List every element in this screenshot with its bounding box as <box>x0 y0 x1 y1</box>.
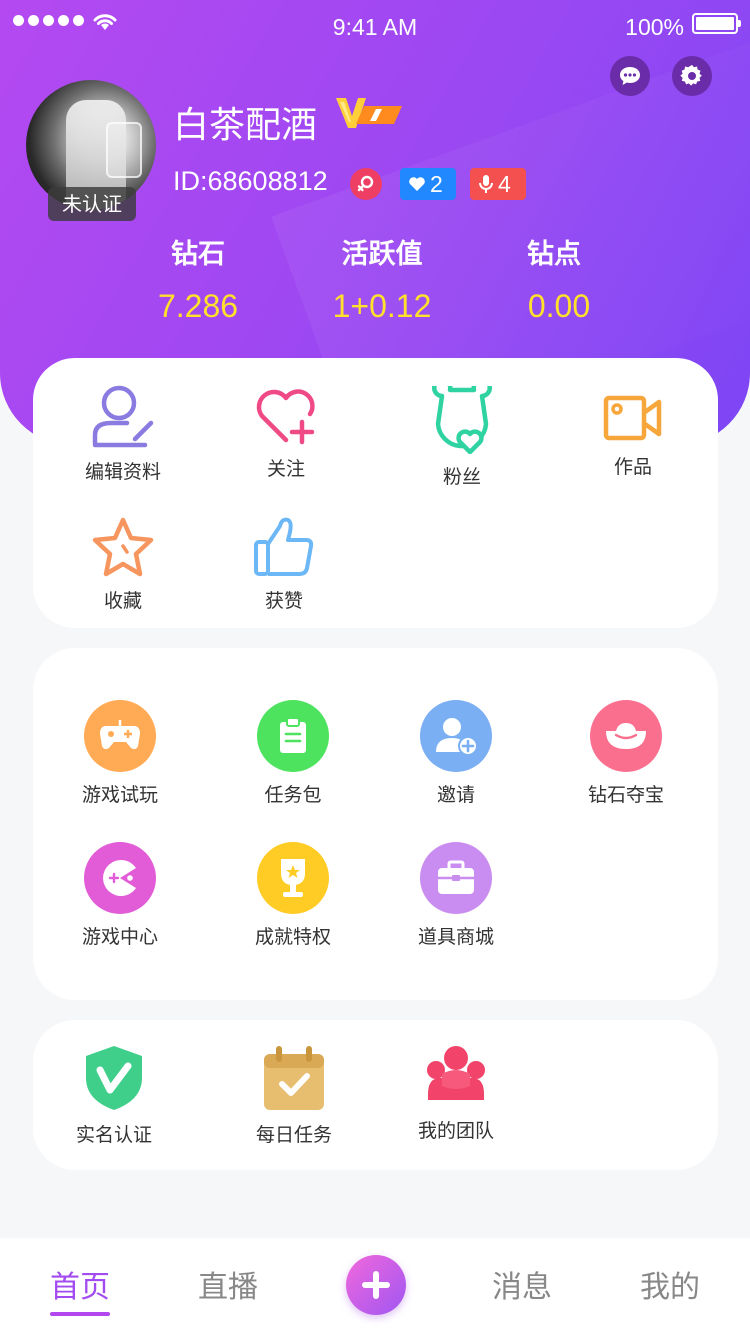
service-invite-label: 邀请 <box>436 784 475 806</box>
service-achievements-label: 成就特权 <box>254 926 331 948</box>
stat-activity-value[interactable]: 1+0.12 <box>282 288 482 325</box>
service-item-shop[interactable]: 道具商城 <box>406 842 506 949</box>
microphone-icon <box>479 175 493 193</box>
menu-favorites-label: 收藏 <box>103 590 142 612</box>
service-diamond-treasure[interactable]: 钻石夺宝 <box>576 700 676 807</box>
status-bar: 9:41 AM 100% <box>0 0 750 54</box>
chat-bubble-icon <box>620 67 640 85</box>
menu-fans-label: 粉丝 <box>442 466 481 488</box>
settings-button[interactable] <box>672 56 712 96</box>
invite-user-icon <box>420 700 492 772</box>
fans-level-value: 2 <box>430 170 443 197</box>
stat-activity-label: 活跃值 <box>341 239 423 270</box>
other-real-name-auth-label: 实名认证 <box>75 1124 152 1146</box>
services-card: 游戏试玩 任务包 邀请 钻石夺宝 游戏中心 成就特权 道具商城 <box>33 648 718 1000</box>
gamepad-icon <box>84 700 156 772</box>
gear-icon <box>680 64 702 86</box>
tab-mine[interactable]: 我的 <box>610 1262 730 1306</box>
plus-icon <box>362 1271 390 1299</box>
menu-edit-profile-label: 编辑资料 <box>84 461 161 483</box>
team-icon <box>427 1046 485 1100</box>
heart-plus-icon <box>256 389 315 445</box>
clipboard-icon <box>257 700 329 772</box>
other-daily-tasks[interactable]: 每日任务 <box>244 1044 344 1147</box>
other-my-team[interactable]: 我的团队 <box>406 1044 506 1143</box>
star-icon <box>92 517 154 577</box>
battery-icon <box>692 13 741 34</box>
vip-badge-icon <box>336 98 402 128</box>
female-gender-icon <box>350 168 382 200</box>
menu-follow-label: 关注 <box>266 458 305 480</box>
others-card: 实名认证 每日任务 我的团队 <box>33 1020 718 1170</box>
menu-likes[interactable]: 获赞 <box>234 516 334 613</box>
heart-icon <box>409 177 425 191</box>
stat-points-label: 钻点 <box>527 239 581 270</box>
create-button[interactable] <box>346 1255 406 1315</box>
service-task-pack[interactable]: 任务包 <box>243 700 343 807</box>
service-task-pack-label: 任务包 <box>264 784 322 806</box>
cert-status-badge[interactable]: 未认证 <box>48 187 136 221</box>
other-my-team-label: 我的团队 <box>417 1120 494 1142</box>
trophy-icon <box>257 842 329 914</box>
stat-diamond-value[interactable]: 7.286 <box>98 288 298 325</box>
stat-points-value[interactable]: 0.00 <box>459 288 659 325</box>
calendar-check-icon <box>264 1046 324 1110</box>
service-diamond-treasure-label: 钻石夺宝 <box>587 784 664 806</box>
menu-works-label: 作品 <box>613 456 652 478</box>
fans-level-badge: 2 <box>400 168 456 200</box>
stat-diamond-label: 钻石 <box>171 239 225 270</box>
service-game-trial-label: 游戏试玩 <box>81 784 158 806</box>
tab-live[interactable]: 直播 <box>168 1262 288 1306</box>
menu-likes-label: 获赞 <box>264 590 303 612</box>
menu-works[interactable]: 作品 <box>583 394 683 479</box>
menu-favorites[interactable]: 收藏 <box>73 516 173 613</box>
menu-follow[interactable]: 关注 <box>236 386 336 481</box>
thumbs-up-icon <box>254 517 314 576</box>
tab-home[interactable]: 首页 <box>20 1262 140 1306</box>
service-game-center-label: 游戏中心 <box>81 926 158 948</box>
tab-active-indicator <box>50 1312 110 1316</box>
fans-icon <box>432 386 492 454</box>
shield-v-icon <box>86 1046 142 1110</box>
service-item-shop-label: 道具商城 <box>417 926 494 948</box>
other-daily-tasks-label: 每日任务 <box>255 1124 332 1146</box>
menu-edit-profile[interactable]: 编辑资料 <box>73 383 173 484</box>
shop-bag-icon <box>420 842 492 914</box>
pacman-icon <box>84 842 156 914</box>
quick-menu-card: 编辑资料 关注 粉丝 作品 收藏 获赞 <box>33 358 718 628</box>
service-achievements[interactable]: 成就特权 <box>243 842 343 949</box>
username: 白茶配酒 <box>173 105 318 146</box>
message-button[interactable] <box>610 56 650 96</box>
battery-percent: 100% <box>625 14 684 40</box>
menu-fans[interactable]: 粉丝 <box>412 386 512 489</box>
service-game-center[interactable]: 游戏中心 <box>70 842 170 949</box>
service-game-trial[interactable]: 游戏试玩 <box>70 700 170 807</box>
user-id: ID:68608812 <box>173 166 328 196</box>
tab-messages[interactable]: 消息 <box>462 1262 582 1306</box>
mic-level-badge: 4 <box>470 168 526 200</box>
service-invite[interactable]: 邀请 <box>406 700 506 807</box>
mic-level-value: 4 <box>498 170 511 197</box>
other-real-name-auth[interactable]: 实名认证 <box>64 1044 164 1147</box>
video-icon <box>603 395 662 441</box>
ingot-icon <box>590 700 662 772</box>
edit-profile-icon <box>92 385 154 448</box>
